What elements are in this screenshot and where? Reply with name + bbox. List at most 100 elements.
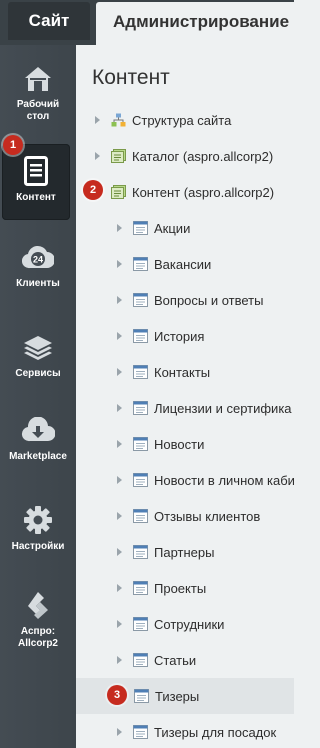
tree-item-list[interactable]: Статьи — [117, 642, 196, 678]
sidebar-item-clients[interactable]: 24 Клиенты — [0, 244, 76, 290]
list-icon — [133, 437, 148, 451]
tree-item-label: Структура сайта — [132, 112, 232, 128]
page-title: Контент — [92, 66, 170, 89]
tree-item-list[interactable]: Вакансии — [117, 246, 211, 282]
tree-item-list[interactable]: Новости в личном каби — [117, 462, 295, 498]
tree-item-list[interactable]: Акции — [117, 210, 190, 246]
tree-item-label: Новости в личном каби — [154, 472, 295, 488]
list-icon — [133, 545, 148, 559]
tree-item-label: История — [154, 328, 205, 344]
sidebar-item-label: Контент — [16, 192, 56, 203]
list-icon — [133, 725, 148, 739]
iblock-type-icon — [111, 149, 126, 163]
expand-arrow-icon[interactable] — [117, 548, 122, 556]
list-icon — [133, 473, 148, 487]
step-badge: 3 — [107, 685, 127, 705]
sidebar-item-label: Allcorp2 — [17, 638, 58, 649]
tree-item-list[interactable]: Сотрудники — [117, 606, 224, 642]
site-structure-icon — [111, 113, 126, 127]
tab-administration[interactable]: Администрирование — [96, 2, 294, 45]
tree-item-label: Вопросы и ответы — [154, 292, 264, 308]
sidebar-item-marketplace[interactable]: Marketplace — [0, 417, 76, 463]
sidebar-item-label: Рабочий — [16, 99, 60, 110]
tree-item-label: Лицензии и сертифика — [154, 400, 292, 416]
list-icon — [133, 257, 148, 271]
layers-icon — [24, 336, 52, 360]
sidebar-item-settings[interactable]: Настройки — [0, 505, 76, 553]
sidebar-item-label: Marketplace — [9, 451, 67, 462]
document-icon — [24, 156, 48, 186]
aspro-logo-icon — [28, 592, 48, 619]
expand-arrow-icon[interactable] — [117, 260, 122, 268]
step-badge: 1 — [3, 135, 23, 155]
tree-item-label: Контакты — [154, 364, 211, 380]
tree-item-label: Новости — [154, 436, 205, 452]
top-tab-bar: Сайт Администрирование — [0, 0, 294, 45]
list-icon — [133, 617, 148, 631]
tree-item-label: Акции — [154, 220, 191, 236]
tree-item-label: Тизеры — [155, 688, 200, 704]
tree-item-list[interactable]: Лицензии и сертифика — [117, 390, 292, 426]
tree-item-label: Сотрудники — [154, 616, 225, 632]
tree-item-label: Вакансии — [154, 256, 212, 272]
list-icon — [133, 581, 148, 595]
cloud-download-icon — [21, 417, 55, 442]
tree-item-label: Тизеры для посадок — [154, 724, 277, 740]
sidebar-item-content[interactable]: Контент — [2, 144, 70, 220]
home-icon — [25, 67, 51, 91]
svg-text:24: 24 — [33, 255, 43, 265]
tree-item-site-structure[interactable]: Структура сайта — [95, 102, 231, 138]
sidebar-item-desktop[interactable]: Рабочий стол — [0, 65, 76, 123]
sidebar-item-label: Сервисы — [15, 368, 61, 379]
sidebar-item-services[interactable]: Сервисы — [0, 332, 76, 380]
iblock-type-icon — [111, 185, 126, 199]
expand-arrow-icon[interactable] — [117, 296, 122, 304]
list-icon — [133, 293, 148, 307]
tree-item-list[interactable]: Новости — [117, 426, 204, 462]
expand-arrow-icon[interactable] — [95, 152, 100, 160]
tree-item-list[interactable]: Тизеры для посадок — [117, 714, 276, 748]
list-icon — [133, 221, 148, 235]
tree-item-label: Проекты — [154, 580, 207, 596]
expand-arrow-icon[interactable] — [117, 620, 122, 628]
expand-arrow-icon[interactable] — [117, 368, 122, 376]
expand-arrow-icon[interactable] — [117, 476, 122, 484]
step-badge: 2 — [83, 180, 103, 200]
sidebar-item-label: Аспро: — [20, 626, 56, 637]
tree-item-list[interactable]: История — [117, 318, 204, 354]
tree-item-label: Контент (aspro.allcorp2) — [132, 184, 275, 200]
tree-item-catalog[interactable]: Каталог (aspro.allcorp2) — [95, 138, 273, 174]
tree-item-content-iblock[interactable]: Контент (aspro.allcorp2) — [95, 174, 274, 210]
expand-arrow-icon[interactable] — [117, 512, 122, 520]
expand-arrow-icon[interactable] — [117, 332, 122, 340]
gear-icon — [24, 506, 52, 534]
sidebar-item-label: Настройки — [11, 541, 65, 552]
tree-item-list[interactable]: Партнеры — [117, 534, 214, 570]
tree-item-label: Партнеры — [154, 544, 215, 560]
tree-item-list[interactable]: Контакты — [117, 354, 210, 390]
tab-site[interactable]: Сайт — [8, 2, 90, 40]
expand-arrow-icon[interactable] — [117, 224, 122, 232]
tree-item-label: Каталог (aspro.allcorp2) — [132, 148, 274, 164]
clients-24-icon: 24 — [22, 245, 54, 269]
list-icon — [133, 509, 148, 523]
expand-arrow-icon[interactable] — [117, 440, 122, 448]
tree-item-list[interactable]: Проекты — [117, 570, 206, 606]
tree-item-label: Статьи — [154, 652, 197, 668]
tree-item-label: Отзывы клиентов — [154, 508, 261, 524]
list-icon — [134, 689, 149, 703]
list-icon — [133, 401, 148, 415]
expand-arrow-icon[interactable] — [117, 656, 122, 664]
list-icon — [133, 653, 148, 667]
sidebar-item-label: Клиенты — [16, 278, 60, 289]
expand-arrow-icon[interactable] — [117, 404, 122, 412]
expand-arrow-icon[interactable] — [117, 728, 122, 736]
tree-item-list[interactable]: Отзывы клиентов — [117, 498, 260, 534]
list-icon — [133, 329, 148, 343]
sidebar-item-aspro[interactable]: Аспро: Allcorp2 — [0, 590, 76, 650]
expand-arrow-icon[interactable] — [95, 116, 100, 124]
expand-arrow-icon[interactable] — [117, 584, 122, 592]
list-icon — [133, 365, 148, 379]
tree-item-list[interactable]: Вопросы и ответы — [117, 282, 263, 318]
sidebar-item-label: стол — [26, 111, 50, 122]
